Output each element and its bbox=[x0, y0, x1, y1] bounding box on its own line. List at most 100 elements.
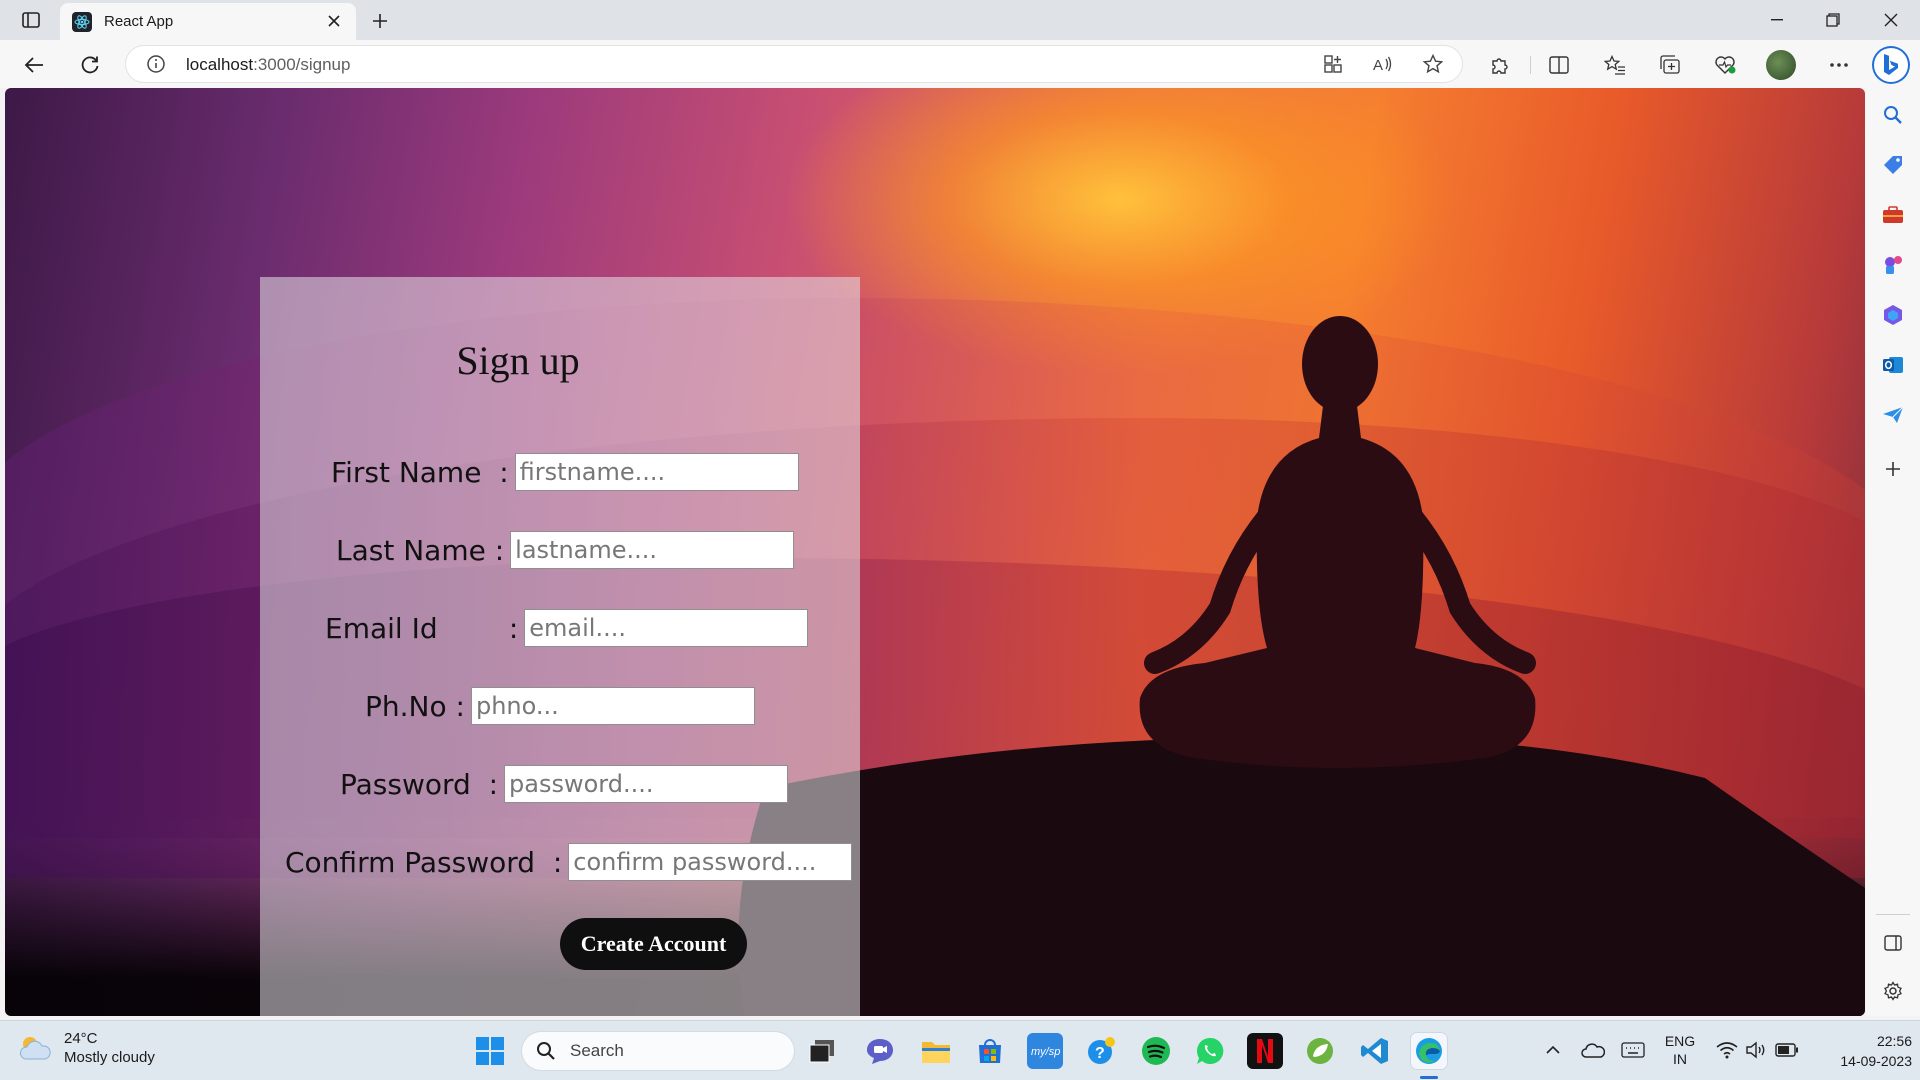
tab-actions-icon[interactable] bbox=[8, 6, 54, 34]
sidebar-divider bbox=[1876, 914, 1910, 915]
svg-text:my/sp: my/sp bbox=[1031, 1046, 1060, 1058]
page-title: Sign up bbox=[456, 338, 580, 383]
edge-browser-icon[interactable] bbox=[1411, 1033, 1447, 1069]
star-icon[interactable] bbox=[1422, 53, 1444, 75]
onedrive-icon[interactable] bbox=[1580, 1035, 1606, 1065]
last-name-row: Last Name : bbox=[336, 531, 795, 569]
language-indicator[interactable]: ENG IN bbox=[1660, 1033, 1700, 1067]
region-code: IN bbox=[1673, 1051, 1687, 1067]
system-clock[interactable]: 22:56 14-09-2023 bbox=[1812, 1031, 1912, 1071]
outlook-icon[interactable] bbox=[1880, 352, 1906, 378]
phone-label: Ph.No : bbox=[365, 689, 465, 723]
back-arrow-icon[interactable] bbox=[18, 49, 50, 81]
email-label: Email Id : bbox=[325, 611, 519, 645]
read-aloud-icon[interactable]: A bbox=[1372, 53, 1394, 75]
battery-icon[interactable] bbox=[1774, 1035, 1800, 1065]
puzzle-icon[interactable] bbox=[1486, 52, 1512, 78]
language-code: ENG bbox=[1664, 1033, 1696, 1049]
reload-icon[interactable] bbox=[74, 49, 106, 81]
first-name-label: First Name : bbox=[331, 455, 509, 489]
windows-start-icon[interactable] bbox=[472, 1033, 508, 1069]
split-screen-icon[interactable] bbox=[1546, 52, 1572, 78]
browser-toolbar: localhost:3000/signup A bbox=[0, 40, 1920, 88]
signup-card: Sign up First Name : Last Name : Email I… bbox=[260, 277, 860, 1016]
active-app-indicator bbox=[1420, 1076, 1438, 1079]
password-label: Password : bbox=[340, 767, 499, 801]
svg-text:A: A bbox=[1373, 57, 1383, 73]
clock-date: 14-09-2023 bbox=[1840, 1053, 1912, 1069]
tab-react-app[interactable]: React App bbox=[60, 3, 356, 40]
edge-sidebar bbox=[1866, 88, 1920, 1016]
add-sidebar-app-icon[interactable] bbox=[1880, 456, 1906, 482]
whatsapp-icon[interactable] bbox=[1192, 1033, 1228, 1069]
gear-icon[interactable] bbox=[1880, 978, 1906, 1004]
last-name-input[interactable] bbox=[510, 531, 795, 569]
weather-widget[interactable]: 24°C Mostly cloudy bbox=[18, 1029, 155, 1067]
confirm-password-row: Confirm Password : bbox=[285, 843, 853, 881]
react-logo-icon bbox=[72, 11, 92, 32]
phone-input[interactable] bbox=[470, 687, 755, 725]
url-text[interactable]: localhost:3000/signup bbox=[186, 55, 350, 75]
app-available-icon[interactable] bbox=[1322, 53, 1344, 75]
send-icon[interactable] bbox=[1880, 402, 1906, 428]
search-icon bbox=[537, 1042, 555, 1060]
minimize-icon[interactable] bbox=[1754, 6, 1800, 34]
favorites-icon[interactable] bbox=[1602, 52, 1628, 78]
url-path: :3000/signup bbox=[253, 55, 351, 74]
password-row: Password : bbox=[340, 765, 789, 803]
last-name-label: Last Name : bbox=[336, 533, 505, 567]
shopping-tag-icon[interactable] bbox=[1880, 152, 1906, 178]
page-viewport: Sign up First Name : Last Name : Email I… bbox=[5, 88, 1865, 1016]
teams-chat-icon[interactable] bbox=[862, 1033, 898, 1069]
browser-essentials-icon[interactable] bbox=[1712, 52, 1738, 78]
new-tab-button[interactable] bbox=[366, 7, 394, 35]
wifi-icon[interactable] bbox=[1714, 1035, 1740, 1065]
mysql-workbench-icon[interactable]: my/sp bbox=[1027, 1033, 1063, 1069]
taskbar-search[interactable]: Search bbox=[522, 1032, 794, 1070]
weather-text: Mostly cloudy bbox=[64, 1049, 155, 1066]
browser-tab-strip: React App bbox=[0, 0, 1920, 40]
get-help-icon[interactable]: ? bbox=[1083, 1033, 1119, 1069]
first-name-row: First Name : bbox=[331, 453, 799, 491]
spring-tools-icon[interactable] bbox=[1302, 1033, 1338, 1069]
vscode-icon[interactable] bbox=[1357, 1033, 1393, 1069]
volume-icon[interactable] bbox=[1744, 1035, 1770, 1065]
first-name-input[interactable] bbox=[514, 453, 799, 491]
file-explorer-icon[interactable] bbox=[918, 1033, 954, 1069]
keyboard-icon[interactable] bbox=[1620, 1035, 1646, 1065]
search-label: Search bbox=[570, 1041, 624, 1060]
cloudy-weather-icon bbox=[18, 1033, 52, 1063]
microsoft-store-icon[interactable] bbox=[972, 1033, 1008, 1069]
microsoft-365-icon[interactable] bbox=[1880, 302, 1906, 328]
confirm-password-label: Confirm Password : bbox=[285, 845, 563, 879]
temperature-text: 24°C bbox=[64, 1030, 98, 1047]
svg-text:?: ? bbox=[1095, 1045, 1105, 1062]
collections-icon[interactable] bbox=[1657, 52, 1683, 78]
more-icon[interactable] bbox=[1826, 52, 1852, 78]
profile-avatar[interactable] bbox=[1766, 50, 1796, 80]
netflix-icon[interactable] bbox=[1247, 1033, 1283, 1069]
email-row: Email Id : bbox=[325, 609, 809, 647]
bing-copilot-icon[interactable] bbox=[1872, 46, 1910, 84]
toolbar-divider bbox=[1530, 56, 1531, 74]
clock-time: 22:56 bbox=[1876, 1033, 1912, 1049]
url-host: localhost bbox=[186, 55, 254, 74]
spotify-icon[interactable] bbox=[1138, 1033, 1174, 1069]
address-bar[interactable]: localhost:3000/signup A bbox=[126, 46, 1462, 82]
password-input[interactable] bbox=[504, 765, 789, 803]
close-tab-icon[interactable] bbox=[324, 11, 344, 31]
hide-sidebar-icon[interactable] bbox=[1880, 930, 1906, 956]
confirm-password-input[interactable] bbox=[568, 843, 853, 881]
windows-taskbar: 24°C Mostly cloudy Search my/sp ? ENG IN… bbox=[0, 1020, 1920, 1080]
create-account-button[interactable]: Create Account bbox=[560, 918, 747, 970]
tools-briefcase-icon[interactable] bbox=[1880, 202, 1906, 228]
games-icon[interactable] bbox=[1880, 252, 1906, 278]
info-icon[interactable] bbox=[146, 54, 166, 74]
search-icon[interactable] bbox=[1880, 102, 1906, 128]
chevron-up-icon[interactable] bbox=[1542, 1035, 1564, 1065]
phone-row: Ph.No : bbox=[365, 687, 755, 725]
close-window-icon[interactable] bbox=[1868, 6, 1914, 34]
task-view-icon[interactable] bbox=[804, 1033, 840, 1069]
restore-icon[interactable] bbox=[1810, 6, 1856, 34]
email-input[interactable] bbox=[524, 609, 809, 647]
